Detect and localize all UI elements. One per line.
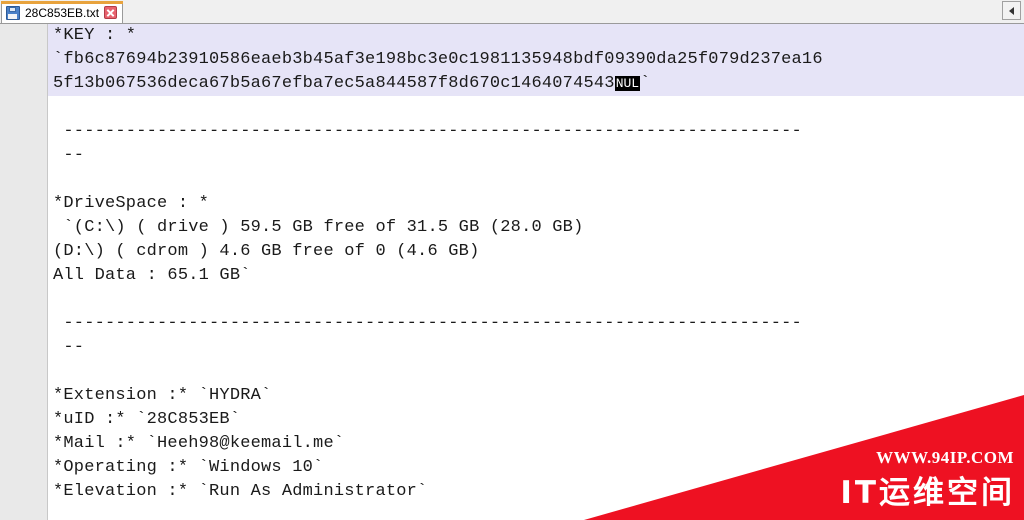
line-text	[48, 168, 1024, 192]
line-text: *Mail :* `Heeh98@keemail.me`	[53, 434, 345, 453]
line-text	[48, 288, 1024, 312]
close-icon[interactable]	[104, 6, 118, 19]
code-line[interactable]: ----------------------------------------…	[0, 120, 1024, 144]
line-text: (D:\) ( cdrom ) 4.6 GB free of 0 (4.6 GB…	[53, 242, 480, 261]
code-line[interactable]: 10*Extension :* `HYDRA`	[0, 384, 1024, 408]
code-line[interactable]: 14*Elevation :* `Run As Administrator`	[0, 480, 1024, 504]
code-line[interactable]: 3	[0, 168, 1024, 192]
code-line[interactable]: 4*DriveSpace : *	[0, 192, 1024, 216]
line-text: ----------------------------------------…	[53, 122, 802, 141]
line-text: `(C:\) ( drive ) 59.5 GB free of 31.5 GB…	[53, 218, 584, 237]
line-text	[48, 504, 1024, 520]
floppy-disk-icon	[6, 5, 20, 20]
line-text: 5f13b067536deca67b5a67efba7ec5a844587f8d…	[53, 74, 651, 93]
code-line[interactable]: 15	[0, 504, 1024, 520]
code-line[interactable]: 1*KEY : *	[0, 24, 1024, 48]
line-text: *Elevation :* `Run As Administrator`	[53, 482, 428, 501]
code-line[interactable]: 11*uID :* `28C853EB`	[0, 408, 1024, 432]
tab-bar: 28C853EB.txt	[0, 0, 1024, 24]
code-line[interactable]: 9	[0, 360, 1024, 384]
line-text: All Data : 65.1 GB`	[53, 266, 251, 285]
code-line[interactable]: `fb6c87694b23910586eaeb3b45af3e198bc3e0c…	[0, 48, 1024, 72]
text-editor-area[interactable]: 1*KEY : * `fb6c87694b23910586eaeb3b45af3e…	[0, 24, 1024, 520]
line-text: *DriveSpace : *	[53, 194, 210, 213]
code-line[interactable]: 5f13b067536deca67b5a67efba7ec5a844587f8d…	[0, 72, 1024, 96]
editor-tab[interactable]: 28C853EB.txt	[1, 1, 124, 23]
code-line[interactable]: 7All Data : 65.1 GB`	[0, 264, 1024, 288]
code-line[interactable]: --	[0, 336, 1024, 360]
code-line[interactable]: ----------------------------------------…	[0, 312, 1024, 336]
line-text: `fb6c87694b23910586eaeb3b45af3e198bc3e0c…	[53, 50, 823, 69]
line-text: --	[53, 338, 85, 357]
line-text: *KEY : *	[53, 26, 137, 45]
code-line[interactable]: 2	[0, 96, 1024, 120]
tab-filename: 28C853EB.txt	[25, 5, 100, 20]
line-text	[48, 96, 1024, 120]
line-number-gutter	[0, 24, 48, 520]
line-text: *Extension :* `HYDRA`	[53, 386, 272, 405]
code-line[interactable]: 12*Mail :* `Heeh98@keemail.me`	[0, 432, 1024, 456]
line-text: *Operating :* `Windows 10`	[53, 458, 324, 477]
line-text: *uID :* `28C853EB`	[53, 410, 241, 429]
control-char-marker: NUL	[614, 76, 641, 91]
tab-list-scroll-button[interactable]	[1002, 1, 1021, 20]
code-line[interactable]: 6(D:\) ( cdrom ) 4.6 GB free of 0 (4.6 G…	[0, 240, 1024, 264]
code-content[interactable]: 1*KEY : * `fb6c87694b23910586eaeb3b45af3e…	[0, 24, 1024, 520]
line-text: --	[53, 146, 85, 165]
line-text	[48, 360, 1024, 384]
code-line[interactable]: 8	[0, 288, 1024, 312]
chevron-left-icon	[1009, 6, 1014, 15]
line-text: ----------------------------------------…	[53, 314, 802, 333]
code-line[interactable]: 13*Operating :* `Windows 10`	[0, 456, 1024, 480]
code-line[interactable]: 5 `(C:\) ( drive ) 59.5 GB free of 31.5 …	[0, 216, 1024, 240]
code-line[interactable]: --	[0, 144, 1024, 168]
